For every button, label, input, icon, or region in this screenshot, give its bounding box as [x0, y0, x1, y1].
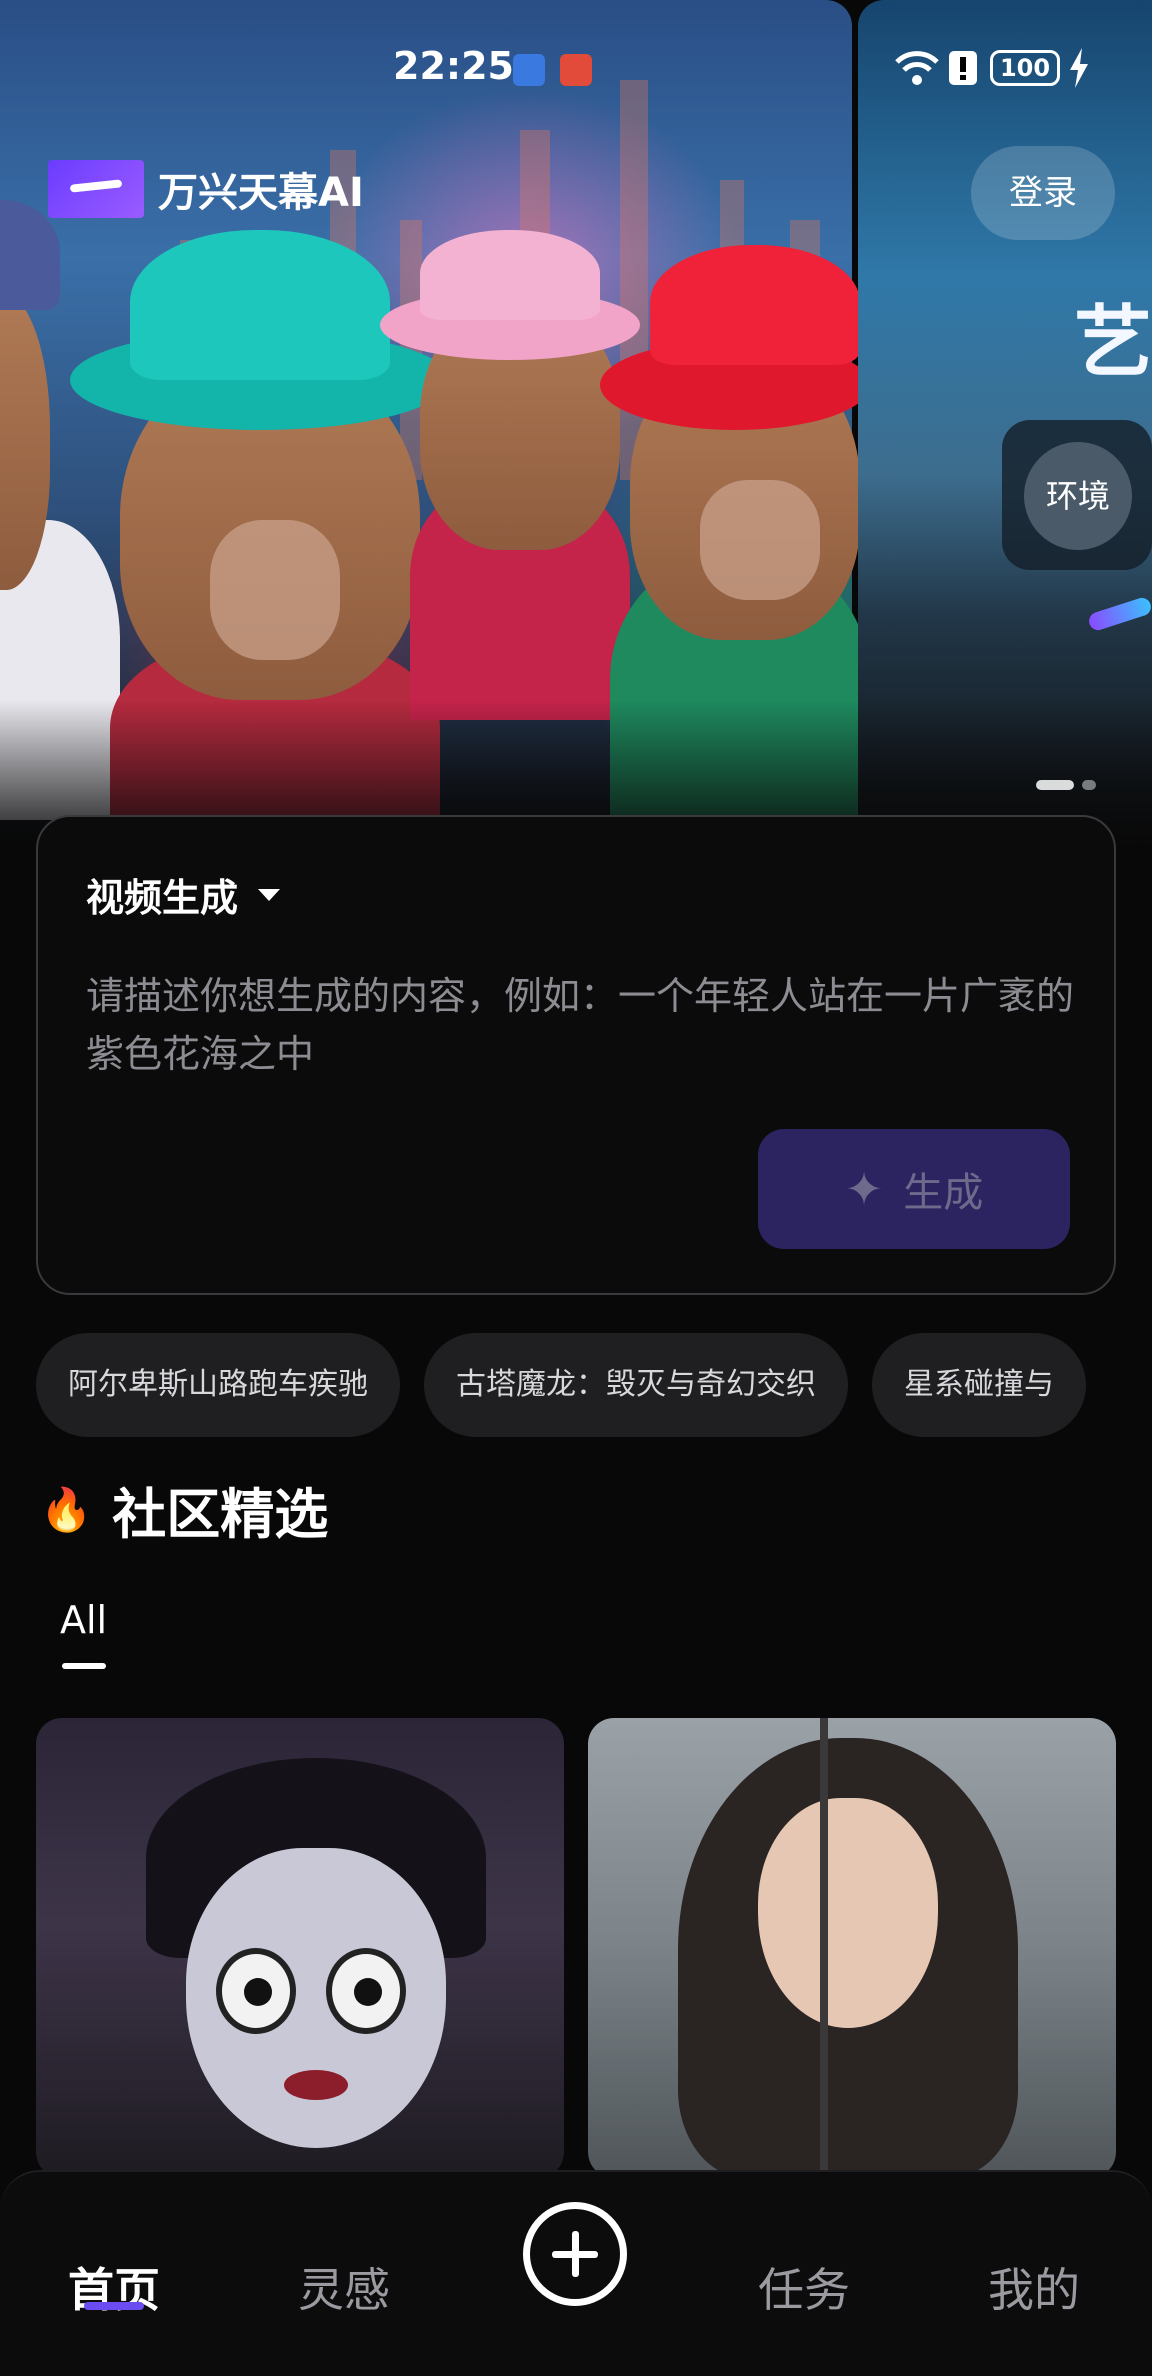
- gallery-card[interactable]: [588, 1718, 1116, 2178]
- section-title-text: 社区精选: [112, 1483, 329, 1546]
- prompt-input[interactable]: 请描述你想生成的内容，例如：一个年轻人站在一片广袤的紫色花海之中: [86, 967, 1076, 1083]
- doll-face: [186, 1848, 446, 2148]
- capybara-snout: [210, 520, 340, 660]
- create-plus-button[interactable]: [523, 2202, 627, 2306]
- generate-label: 生成: [903, 1170, 984, 1216]
- usb-icon: [513, 54, 545, 86]
- battery-level: 100: [999, 54, 1051, 82]
- prompt-card: 视频生成 请描述你想生成的内容，例如：一个年轻人站在一片广袤的紫色花海之中 ✦ …: [36, 815, 1116, 1295]
- logo-mark-icon: [48, 160, 144, 218]
- doll-pupil: [244, 1978, 272, 2006]
- doll-eye: [216, 1948, 296, 2034]
- nav-home[interactable]: 首页: [68, 2254, 160, 2320]
- suggestion-chip[interactable]: 阿尔卑斯山路跑车疾驰: [36, 1333, 400, 1437]
- status-bar: 22:25 100: [0, 40, 1152, 96]
- caret-down-icon: [258, 888, 281, 901]
- status-time: 22:25: [393, 44, 514, 88]
- app-logo: 万兴天幕AI: [48, 160, 364, 218]
- charging-icon: [1070, 48, 1088, 88]
- hat-pink: [420, 230, 600, 320]
- doll-lips: [284, 2070, 348, 2100]
- nav-inspiration[interactable]: 灵感: [298, 2254, 390, 2320]
- mode-label: 视频生成: [86, 876, 239, 920]
- app-name: 万兴天幕AI: [158, 170, 364, 216]
- woman-face: [758, 1798, 938, 2028]
- generate-button[interactable]: ✦ 生成: [758, 1129, 1070, 1249]
- nav-profile[interactable]: 我的: [988, 2254, 1080, 2320]
- sparkle-icon: ✦: [844, 1162, 884, 1216]
- doll-eye: [326, 1948, 406, 2034]
- environment-chip-card[interactable]: 环境: [1002, 420, 1152, 570]
- wifi-icon: [895, 51, 939, 85]
- hero-banner[interactable]: 艺 环境: [0, 0, 1152, 860]
- suggestion-chips: 阿尔卑斯山路跑车疾驰 古塔魔龙：毁灭与奇幻交织 星系碰撞与: [36, 1333, 1116, 1437]
- gallery-card[interactable]: [36, 1718, 564, 2178]
- login-button[interactable]: 登录: [971, 146, 1115, 240]
- umbrella-pole: [820, 1718, 828, 2178]
- environment-chip: 环境: [1024, 442, 1132, 550]
- carousel-indicator: [1036, 780, 1096, 790]
- nav-active-indicator: [84, 2302, 144, 2310]
- filter-active-indicator: [62, 1663, 106, 1669]
- alert-icon: [949, 51, 977, 85]
- carousel-dot: [1082, 780, 1096, 790]
- doll-pupil: [354, 1978, 382, 2006]
- battery-icon: 100: [990, 50, 1060, 86]
- filter-tab-all[interactable]: All: [60, 1598, 107, 1642]
- capybara-snout: [700, 480, 820, 600]
- nav-tasks[interactable]: 任务: [758, 2254, 850, 2320]
- fire-icon: 🔥: [40, 1484, 93, 1534]
- section-title: 🔥 社区精选: [40, 1470, 328, 1549]
- hat-red: [650, 245, 860, 365]
- carousel-dot-active: [1036, 780, 1074, 790]
- mode-selector[interactable]: 视频生成: [86, 867, 281, 922]
- banner-slide2-text: 艺: [1074, 298, 1152, 388]
- suggestion-chip[interactable]: 星系碰撞与: [872, 1333, 1086, 1437]
- hat-teal: [130, 230, 390, 380]
- notification-icon: [560, 54, 592, 86]
- suggestion-chip[interactable]: 古塔魔龙：毁灭与奇幻交织: [424, 1333, 848, 1437]
